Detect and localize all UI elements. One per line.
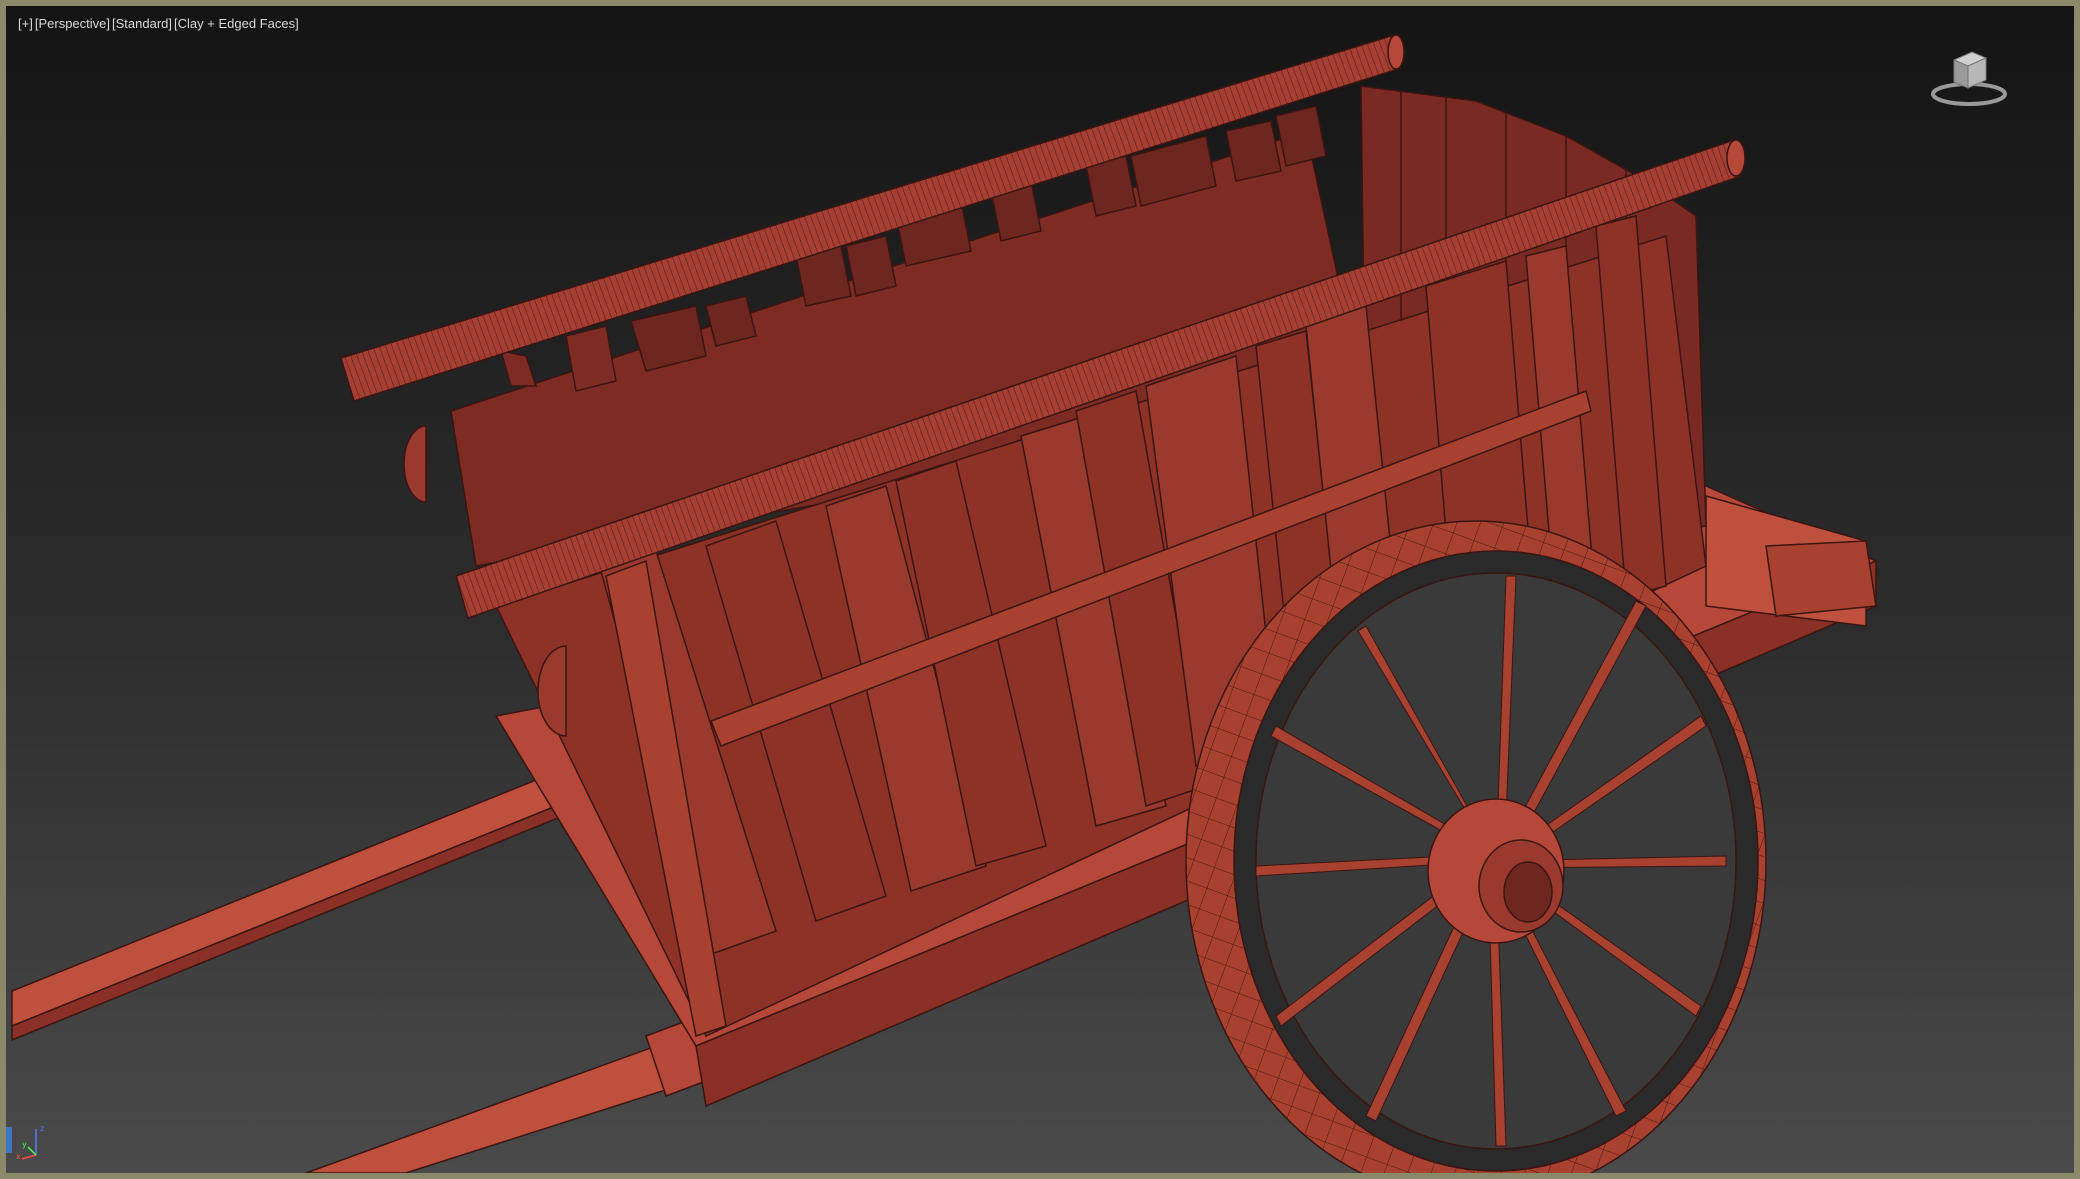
axis-y-label: y — [22, 1140, 27, 1149]
cart-shaft-right — [305, 1005, 747, 1173]
axis-tripod-icon: z x y — [16, 1124, 44, 1161]
axis-x-label: x — [16, 1152, 21, 1161]
cart-model-render[interactable] — [6, 6, 2074, 1173]
axis-z-label: z — [40, 1124, 44, 1133]
cart-shaft-left — [11, 775, 559, 1042]
viewcube-icon[interactable] — [1924, 42, 2014, 112]
3d-viewport[interactable]: + Perspective Standard Clay + Edged Face… — [0, 0, 2080, 1179]
cart-wheel — [1185, 520, 1767, 1173]
viewport-resize-handle[interactable] — [6, 1127, 12, 1153]
